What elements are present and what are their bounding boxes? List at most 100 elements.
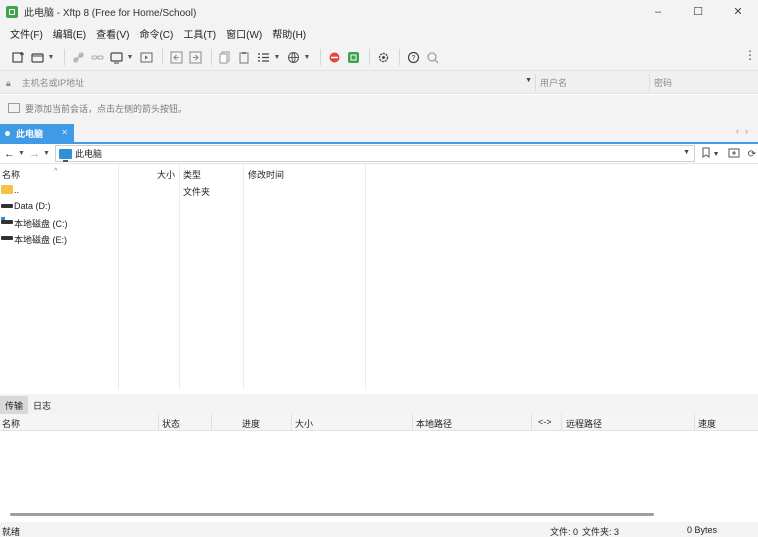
session-bar-icon[interactable]	[8, 103, 20, 113]
title-bar: 此电脑 - Xftp 8 (Free for Home/School) – ☐ …	[0, 0, 758, 23]
play-icon[interactable]	[138, 49, 154, 65]
file-name: 本地磁盘 (E:)	[14, 235, 67, 245]
username-field	[535, 74, 648, 92]
drive-icon	[1, 236, 13, 240]
chevron-down-icon[interactable]: ▼	[43, 150, 50, 157]
disconnect-icon[interactable]	[70, 49, 86, 65]
transfer-col-progress[interactable]: 进度	[242, 417, 260, 430]
window-title: 此电脑 - Xftp 8 (Free for Home/School)	[24, 8, 197, 19]
transfer-col-size[interactable]: 大小	[295, 417, 313, 430]
copy-icon[interactable]	[217, 49, 233, 65]
connection-bar: 🔒︎ ▼	[0, 70, 758, 94]
forward-arrow-icon[interactable]: →	[29, 148, 40, 160]
close-button[interactable]: ✕	[718, 0, 758, 23]
transfer-list	[0, 431, 758, 511]
file-list-header: 名称 ^ 大小 类型 修改时间	[0, 164, 366, 182]
menu-file[interactable]: 文件(F)	[5, 26, 48, 41]
navigation-bar: ← ▼ → ▼ 此电脑 ▼ ▼ ⟳	[0, 144, 758, 164]
file-row-drive-c[interactable]: 本地磁盘 (C:)	[0, 214, 366, 230]
transfer-col-status[interactable]: 状态	[162, 417, 180, 430]
screen-icon[interactable]	[108, 49, 124, 65]
chevron-down-icon[interactable]: ▼	[274, 49, 281, 65]
toolbar-divider	[369, 49, 370, 65]
menu-window[interactable]: 窗口(W)	[221, 26, 267, 41]
upload-icon[interactable]	[168, 49, 184, 65]
chevron-down-icon[interactable]: ▼	[18, 150, 25, 157]
menu-tools[interactable]: 工具(T)	[178, 26, 221, 41]
column-modified[interactable]: 修改时间	[248, 168, 284, 181]
open-session-icon[interactable]	[29, 49, 45, 65]
system-drive-icon	[1, 217, 13, 224]
transfer-col-speed[interactable]: 速度	[698, 417, 716, 430]
menu-command[interactable]: 命令(C)	[134, 26, 178, 41]
password-input[interactable]	[654, 78, 758, 88]
tab-label: 此电脑	[16, 128, 44, 139]
transfer-col-remote-path[interactable]: 远程路径	[566, 417, 602, 430]
file-row-parent[interactable]: .. 文件夹	[0, 182, 366, 198]
transfer-col-name[interactable]: 名称	[2, 417, 20, 430]
new-session-icon[interactable]	[10, 49, 26, 65]
gear-icon[interactable]	[375, 49, 391, 65]
column-divider	[694, 414, 695, 431]
minimize-button[interactable]: –	[638, 0, 678, 23]
new-folder-icon[interactable]	[728, 147, 740, 161]
download-icon[interactable]	[187, 49, 203, 65]
chevron-down-icon[interactable]: ▼	[713, 151, 720, 158]
file-row-drive-d[interactable]: Data (D:)	[0, 198, 366, 214]
bookmark-icon[interactable]	[701, 147, 711, 161]
chevron-down-icon[interactable]: ▼	[683, 149, 690, 156]
refresh-icon[interactable]: ⟳	[748, 149, 756, 160]
column-divider	[158, 414, 159, 431]
username-input[interactable]	[540, 78, 648, 88]
toolbar-divider	[399, 49, 400, 65]
path-text: 此电脑	[75, 149, 103, 159]
maximize-button[interactable]: ☐	[678, 0, 718, 23]
hint-text: 要添加当前会话，点击左侧的箭头按钮。	[25, 103, 188, 114]
status-file-count: 文件: 0	[550, 527, 579, 537]
menu-view[interactable]: 查看(V)	[91, 26, 134, 41]
status-text: 就绪	[2, 527, 21, 537]
menu-edit[interactable]: 编辑(E)	[48, 26, 91, 41]
tab-scroll-arrows-icon[interactable]: ‹›	[736, 126, 754, 136]
horizontal-scrollbar[interactable]	[10, 513, 654, 516]
host-field: 🔒︎ ▼	[6, 74, 532, 92]
list-view-icon[interactable]	[255, 49, 271, 65]
globe-icon[interactable]	[285, 49, 301, 65]
more-options-icon[interactable]: ⋮	[744, 48, 756, 62]
column-size[interactable]: 大小	[157, 168, 175, 181]
file-type: 文件夹	[183, 187, 211, 197]
column-divider	[531, 414, 532, 431]
help-icon[interactable]: ?	[405, 49, 421, 65]
tab-transfer[interactable]: 传输	[0, 396, 29, 414]
drive-icon	[1, 204, 13, 208]
xftp-icon[interactable]	[345, 49, 361, 65]
chevron-down-icon[interactable]: ▼	[48, 49, 55, 65]
column-divider	[412, 414, 413, 431]
status-bar: 就绪 文件: 0 文件夹: 3 0 Bytes	[0, 522, 758, 537]
tab-log[interactable]: 日志	[28, 396, 56, 414]
transfer-col-direction[interactable]: <->	[538, 417, 552, 427]
tab-this-pc[interactable]: 此电脑 ✕	[0, 124, 74, 142]
toolbar-divider	[211, 49, 212, 65]
file-name: 本地磁盘 (C:)	[14, 219, 68, 229]
tab-status-dot-icon	[5, 130, 10, 136]
host-input[interactable]	[21, 78, 532, 88]
back-arrow-icon[interactable]: ←	[4, 148, 15, 160]
transfer-col-local-path[interactable]: 本地路径	[416, 417, 452, 430]
search-icon[interactable]	[424, 49, 440, 65]
toolbar: ▼ ▼ ▼ ▼ ? ⋮	[0, 44, 758, 70]
menu-help[interactable]: 帮助(H)	[267, 26, 311, 41]
xshell-icon[interactable]	[326, 49, 342, 65]
link-icon[interactable]	[89, 49, 105, 65]
transfer-list-header: 名称 状态 进度 大小 本地路径 <-> 远程路径 速度	[0, 414, 758, 431]
chevron-down-icon[interactable]: ▼	[525, 77, 532, 84]
chevron-down-icon[interactable]: ▼	[127, 49, 134, 65]
column-name[interactable]: 名称	[2, 168, 20, 181]
path-box[interactable]: 此电脑 ▼	[55, 145, 695, 162]
column-type[interactable]: 类型	[183, 168, 201, 181]
file-row-drive-e[interactable]: 本地磁盘 (E:)	[0, 230, 366, 246]
tab-close-icon[interactable]: ✕	[61, 128, 68, 137]
chevron-down-icon[interactable]: ▼	[304, 49, 311, 65]
paste-icon[interactable]	[236, 49, 252, 65]
folder-icon	[1, 185, 13, 194]
